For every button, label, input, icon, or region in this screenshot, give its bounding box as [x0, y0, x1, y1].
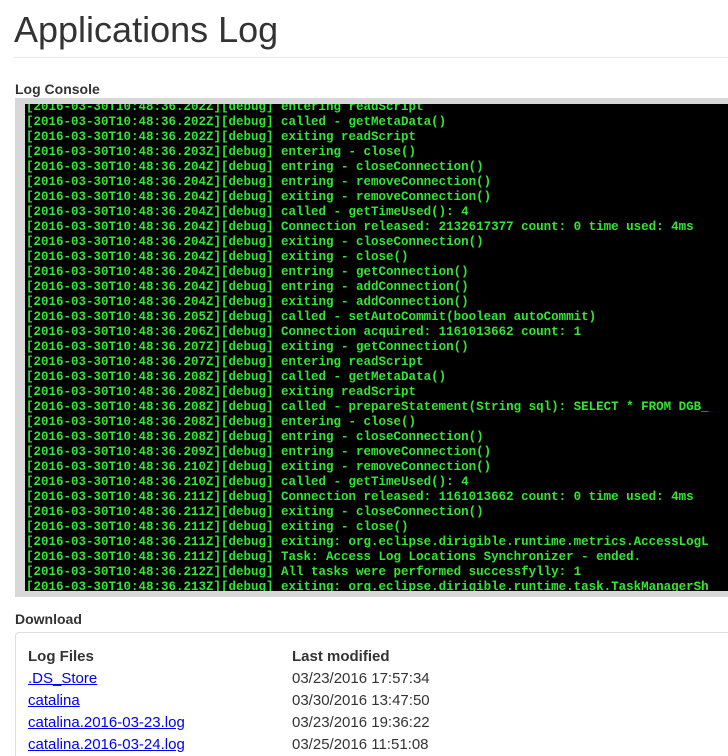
log-line: [2016-03-30T10:48:36.208Z][debug] called… — [26, 370, 447, 384]
log-line: [2016-03-30T10:48:36.211Z][debug] exitin… — [26, 505, 484, 519]
log-line: [2016-03-30T10:48:36.202Z][debug] enteri… — [26, 104, 424, 114]
log-line: [2016-03-30T10:48:36.207Z][debug] exitin… — [26, 340, 469, 354]
table-row: catalina 03/30/2016 13:47:50 — [28, 687, 592, 709]
file-name-cell: catalina.2016-03-24.log — [28, 731, 292, 753]
download-label: Download — [15, 611, 82, 627]
file-link[interactable]: .DS_Store — [28, 670, 97, 687]
log-line: [2016-03-30T10:48:36.205Z][debug] called… — [26, 310, 597, 324]
log-line: [2016-03-30T10:48:36.204Z][debug] entrin… — [26, 265, 469, 279]
file-link[interactable]: catalina — [28, 692, 80, 709]
last-modified-cell: 03/25/2016 11:51:08 — [292, 736, 429, 753]
log-line: [2016-03-30T10:48:36.204Z][debug] called… — [26, 205, 469, 219]
log-files-body: .DS_Store 03/23/2016 17:57:34 catalina 03/3… — [28, 665, 592, 753]
log-line: [2016-03-30T10:48:36.210Z][debug] called… — [26, 475, 469, 489]
log-line: [2016-03-30T10:48:36.209Z][debug] entrin… — [26, 445, 492, 459]
log-console-lines: [2016-03-30T10:48:36.202Z][debug] enteri… — [26, 104, 709, 591]
log-line: [2016-03-30T10:48:36.211Z][debug] Connec… — [26, 490, 694, 504]
column-header-last-modified: Last modified — [292, 648, 390, 665]
log-line: [2016-03-30T10:48:36.206Z][debug] Connec… — [26, 325, 582, 339]
log-line: [2016-03-30T10:48:36.204Z][debug] exitin… — [26, 295, 469, 309]
table-row: catalina.2016-03-23.log 03/23/2016 19:36:… — [28, 709, 592, 731]
log-line: [2016-03-30T10:48:36.202Z][debug] exitin… — [26, 130, 417, 144]
file-link[interactable]: catalina.2016-03-23.log — [28, 714, 185, 731]
last-modified-cell: 03/23/2016 19:36:22 — [292, 714, 430, 731]
log-line: [2016-03-30T10:48:36.204Z][debug] entrin… — [26, 160, 484, 174]
title-divider — [14, 57, 728, 58]
log-console[interactable]: [2016-03-30T10:48:36.202Z][debug] enteri… — [15, 98, 728, 597]
log-line: [2016-03-30T10:48:36.208Z][debug] enteri… — [26, 415, 417, 429]
download-panel: Log Files Last modified .DS_Store 03/23/2… — [15, 632, 728, 756]
log-line: [2016-03-30T10:48:36.202Z][debug] called… — [26, 115, 447, 129]
table-row: catalina.2016-03-24.log 03/25/2016 11:51:… — [28, 731, 592, 753]
file-name-cell: .DS_Store — [28, 665, 292, 687]
log-line: [2016-03-30T10:48:36.204Z][debug] exitin… — [26, 190, 492, 204]
log-line: [2016-03-30T10:48:36.208Z][debug] entrin… — [26, 430, 484, 444]
log-line: [2016-03-30T10:48:36.204Z][debug] Connec… — [26, 220, 694, 234]
file-link[interactable]: catalina.2016-03-24.log — [28, 736, 185, 753]
applications-log-page: Applications Log Log Console [2016-03-30… — [0, 0, 728, 756]
log-line: [2016-03-30T10:48:36.208Z][debug] exitin… — [26, 385, 417, 399]
log-line: [2016-03-30T10:48:36.207Z][debug] enteri… — [26, 355, 424, 369]
log-line: [2016-03-30T10:48:36.204Z][debug] entrin… — [26, 280, 469, 294]
file-name-cell: catalina — [28, 687, 292, 709]
log-line: [2016-03-30T10:48:36.208Z][debug] called… — [26, 400, 709, 414]
log-line: [2016-03-30T10:48:36.203Z][debug] enteri… — [26, 145, 417, 159]
file-name-cell: catalina.2016-03-23.log — [28, 709, 292, 731]
table-row: .DS_Store 03/23/2016 17:57:34 — [28, 665, 592, 687]
page-title: Applications Log — [14, 9, 279, 50]
log-line: [2016-03-30T10:48:36.204Z][debug] exitin… — [26, 235, 484, 249]
column-header-log-files: Log Files — [28, 648, 94, 665]
log-line: [2016-03-30T10:48:36.211Z][debug] exitin… — [26, 535, 709, 549]
log-line: [2016-03-30T10:48:36.212Z][debug] All ta… — [26, 565, 582, 579]
log-line: [2016-03-30T10:48:36.213Z][debug] exitin… — [26, 580, 709, 591]
log-line: [2016-03-30T10:48:36.210Z][debug] exitin… — [26, 460, 492, 474]
log-line: [2016-03-30T10:48:36.211Z][debug] Task: … — [26, 550, 642, 564]
log-line: [2016-03-30T10:48:36.204Z][debug] exitin… — [26, 250, 409, 264]
last-modified-cell: 03/30/2016 13:47:50 — [292, 692, 430, 709]
table-header-row: Log Files Last modified — [28, 643, 592, 665]
log-line: [2016-03-30T10:48:36.211Z][debug] exitin… — [26, 520, 409, 534]
log-console-viewport[interactable]: [2016-03-30T10:48:36.202Z][debug] enteri… — [25, 104, 728, 591]
log-line: [2016-03-30T10:48:36.204Z][debug] entrin… — [26, 175, 492, 189]
log-files-table: Log Files Last modified .DS_Store 03/23/2… — [28, 643, 592, 753]
log-console-label: Log Console — [15, 81, 100, 97]
last-modified-cell: 03/23/2016 17:57:34 — [292, 670, 430, 687]
